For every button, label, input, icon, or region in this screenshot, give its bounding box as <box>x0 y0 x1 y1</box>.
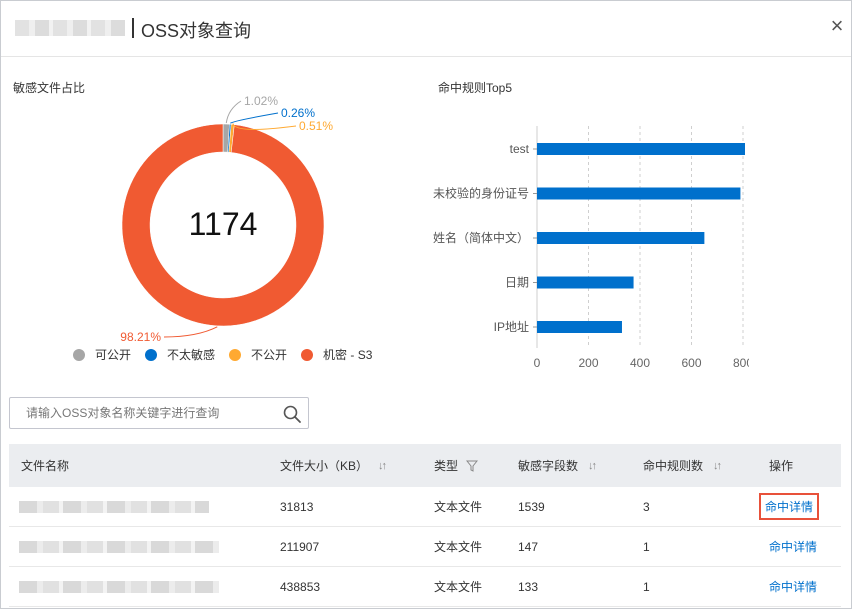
y-category-label: IP地址 <box>494 320 529 334</box>
blurred-instance-name <box>15 20 125 36</box>
bar <box>537 187 741 200</box>
legend-label: 可公开 <box>95 348 132 362</box>
search-box <box>9 397 309 429</box>
blurred-file-name <box>19 580 219 593</box>
bar-chart: 0 200 400 600 800 test 未校验的身份证号姓名（简体中文） 日期 IP地址 <box>433 126 749 370</box>
bar <box>537 232 705 244</box>
sort-icon[interactable]: ↓↑ <box>713 460 722 472</box>
hit-details-link[interactable]: 命中详情 <box>769 578 817 595</box>
action-cell: 命中详情 <box>769 527 817 566</box>
donut-percent-label: 0.26% <box>281 106 315 120</box>
file-size-cell: 438853 <box>280 579 321 594</box>
legend-item[interactable]: 不公开 <box>229 346 287 363</box>
hit-rules-cell: 3 <box>643 499 650 514</box>
blurred-file-name <box>19 540 219 553</box>
hit-rules-cell: 1 <box>643 539 650 554</box>
action-cell: 命中详情 <box>759 487 820 526</box>
legend-label: 不太敏感 <box>167 348 216 362</box>
bar-chart-title: 命中规则Top5 <box>438 81 513 95</box>
file-name-cell <box>19 527 219 566</box>
donut-leader-line <box>229 112 279 124</box>
file-name-cell <box>19 567 219 606</box>
donut-percent-label: 0.51% <box>299 119 333 133</box>
x-tick-label: 800 <box>733 356 749 370</box>
x-tick-label: 200 <box>578 356 598 370</box>
sort-icon[interactable]: ↓↑ <box>378 460 387 472</box>
blurred-file-name <box>19 500 209 513</box>
legend-dot-icon <box>229 348 242 361</box>
y-category-label: 未校验的身份证号 <box>433 186 529 201</box>
hit-details-link[interactable]: 命中详情 <box>759 493 820 520</box>
table-row: 438853 文本文件 133 1 命中详情 <box>9 567 841 607</box>
bar <box>537 143 745 155</box>
sort-icon[interactable]: ↓↑ <box>588 460 597 472</box>
sensitive-fields-cell: 147 <box>518 539 539 554</box>
y-category-label: 姓名（简体中文） <box>433 230 529 245</box>
oss-object-table: 文件名称 文件大小（KB） ↓↑ 类型 敏感字段数 ↓↑ 命中规则数 ↓↑ 操作 31… <box>9 444 841 607</box>
donut-percent-label: 1.02% <box>244 94 278 108</box>
bar <box>537 321 622 333</box>
legend-label: 不公开 <box>251 348 288 362</box>
hit-rules-cell: 1 <box>643 579 650 594</box>
sensitive-fields-cell: 1539 <box>518 499 545 514</box>
donut-center-value: 1174 <box>189 206 258 242</box>
donut-leader-line <box>225 100 242 124</box>
bar <box>537 276 634 289</box>
action-cell: 命中详情 <box>769 567 817 606</box>
column-header-action: 操作 <box>769 459 794 473</box>
file-name-cell <box>19 487 209 526</box>
file-type-cell: 文本文件 <box>434 580 483 594</box>
search-input[interactable] <box>10 398 280 428</box>
column-header-rules[interactable]: 命中规则数 ↓↑ <box>643 444 722 487</box>
table-header: 文件名称 文件大小（KB） ↓↑ 类型 敏感字段数 ↓↑ 命中规则数 ↓↑ 操作 <box>9 444 841 487</box>
x-tick-label: 600 <box>681 356 701 370</box>
filter-icon[interactable] <box>466 460 479 472</box>
legend-dot-icon <box>73 348 85 361</box>
sensitive-fields-cell: 133 <box>518 579 539 594</box>
hit-details-link[interactable]: 命中详情 <box>769 538 817 555</box>
file-size-cell: 211907 <box>280 539 320 554</box>
file-type-cell: 文本文件 <box>434 540 483 554</box>
oss-query-dialog: OSS对象查询 × 敏感文件占比 1.02% 0.26% 0.51% 98.21% 1… <box>0 0 852 609</box>
column-header-type[interactable]: 类型 <box>434 444 479 487</box>
close-icon[interactable]: × <box>827 15 847 37</box>
file-type-cell: 文本文件 <box>434 500 483 514</box>
column-header-fields[interactable]: 敏感字段数 ↓↑ <box>518 444 597 487</box>
legend-item[interactable]: 机密 - S3 <box>301 346 372 363</box>
x-tick-label: 400 <box>630 356 650 370</box>
dialog-header: OSS对象查询 × <box>1 1 851 57</box>
legend-dot-icon <box>145 348 158 361</box>
legend-label: 机密 - S3 <box>323 348 373 362</box>
x-tick-label: 0 <box>534 356 541 370</box>
y-category-label: 日期 <box>505 276 529 290</box>
search-icon[interactable] <box>282 404 302 424</box>
column-header-size[interactable]: 文件大小（KB） ↓↑ <box>280 444 387 487</box>
table-row: 211907 文本文件 147 1 命中详情 <box>9 527 841 567</box>
donut-chart: 1.02%0.26%0.51% 98.21% 1174 <box>120 94 333 344</box>
legend-item[interactable]: 不太敏感 <box>145 346 215 363</box>
table-row: 31813 文本文件 1539 3 命中详情 <box>9 487 841 527</box>
column-header-name: 文件名称 <box>21 459 70 473</box>
file-size-cell: 31813 <box>280 499 314 514</box>
dialog-title: OSS对象查询 <box>141 21 252 41</box>
legend-item[interactable]: 可公开 <box>73 346 131 363</box>
donut-percent-label: 98.21% <box>120 330 161 344</box>
title-separator <box>132 18 134 38</box>
donut-leader-line <box>163 326 218 338</box>
donut-legend: 可公开 不太敏感 不公开 机密 - S3 <box>73 346 386 363</box>
legend-dot-icon <box>301 348 314 361</box>
y-category-label: test <box>510 142 530 156</box>
